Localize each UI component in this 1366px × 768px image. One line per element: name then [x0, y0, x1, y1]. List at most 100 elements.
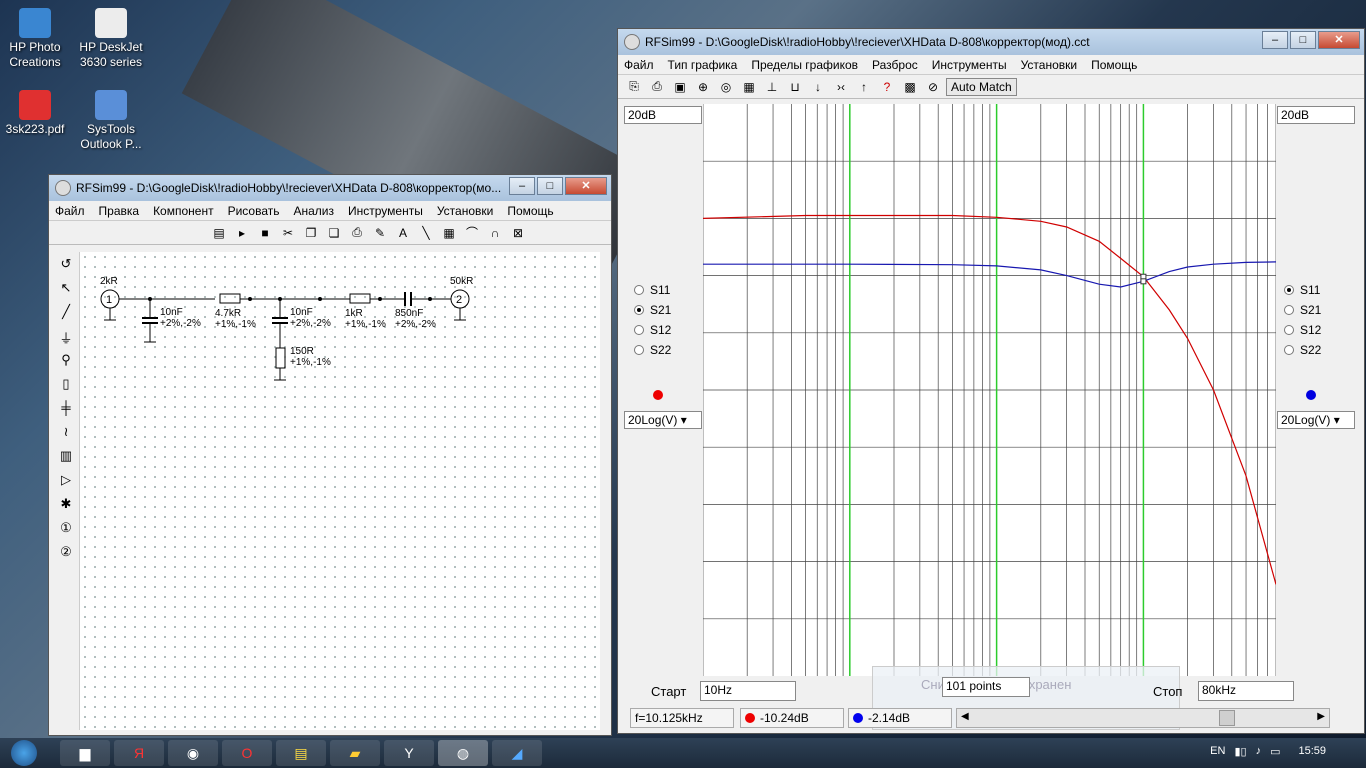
schematic-canvas[interactable]: 1 2 2kR 50kR 10nF +2%,-2% 4.7kR +1%,-1% … [80, 252, 600, 730]
capacitor-icon[interactable]: ╪ [56, 400, 76, 420]
menu-item[interactable]: Помощь [1091, 58, 1137, 72]
right-mode-select[interactable]: 20Log(V) ▾ [1277, 411, 1355, 429]
calculator-icon[interactable]: ▦ [439, 223, 459, 243]
start-input[interactable]: 10Hz [700, 681, 796, 701]
menu-item[interactable]: Пределы графиков [751, 58, 858, 72]
paste-icon[interactable]: ❏ [324, 223, 344, 243]
frequency-scrollbar[interactable]: ◀ ▶ [956, 708, 1330, 728]
graph-icon[interactable]: ▣ [670, 77, 690, 97]
print-icon[interactable]: ⎙ [647, 77, 667, 97]
play-icon[interactable]: ▸ [232, 223, 252, 243]
right-scale-field[interactable]: 20dB [1277, 106, 1355, 124]
left-mode-select[interactable]: 20Log(V) ▾ [624, 411, 702, 429]
menu-item[interactable]: Анализ [294, 204, 335, 218]
yandex-taskbar-icon[interactable]: Я [114, 740, 164, 766]
copy-icon[interactable]: ❐ [301, 223, 321, 243]
start-button[interactable] [0, 738, 48, 768]
title-bar[interactable]: RFSim99 - D:\GoogleDisk\!radioHobby\!rec… [49, 175, 611, 201]
left-scale-field[interactable]: 20dB [624, 106, 702, 124]
folder-taskbar-icon[interactable]: ▰ [330, 740, 380, 766]
menu-item[interactable]: Инструменты [932, 58, 1007, 72]
chrome-taskbar-icon[interactable]: ◉ [168, 740, 218, 766]
inductor-icon[interactable]: ≀ [56, 424, 76, 444]
ground-icon[interactable]: ⏚ [56, 328, 76, 348]
param-radio-s21[interactable]: S21 [1284, 303, 1321, 317]
new-icon[interactable]: ▤ [209, 223, 229, 243]
plot-area[interactable] [702, 104, 1277, 676]
clock[interactable]: 15:59 [1298, 745, 1326, 758]
param-radio-s22[interactable]: S22 [1284, 343, 1321, 357]
log-scale-icon[interactable]: ⊔ [785, 77, 805, 97]
language-indicator[interactable]: EN [1210, 745, 1225, 758]
title-bar[interactable]: RFSim99 - D:\GoogleDisk\!radioHobby\!rec… [618, 29, 1364, 55]
opera-taskbar-icon[interactable]: O [222, 740, 272, 766]
param-radio-s12[interactable]: S12 [634, 323, 671, 337]
desktop-icon[interactable]: HP Photo Creations [0, 8, 70, 70]
menu-item[interactable]: Инструменты [348, 204, 423, 218]
transformer-icon[interactable]: ▥ [56, 448, 76, 468]
menu-item[interactable]: Помощь [507, 204, 553, 218]
menu-item[interactable]: Установки [437, 204, 493, 218]
save-icon[interactable]: ■ [255, 223, 275, 243]
magnet-icon[interactable]: ∩ [485, 223, 505, 243]
menu-item[interactable]: Файл [55, 204, 85, 218]
table-icon[interactable]: ▦ [739, 77, 759, 97]
menu-item[interactable]: Рисовать [228, 204, 280, 218]
marker-move-icon[interactable]: ›‹ [831, 77, 851, 97]
param-radio-s21[interactable]: S21 [634, 303, 671, 317]
close-button[interactable]: ✕ [1318, 31, 1360, 49]
wire-icon[interactable]: ╱ [56, 304, 76, 324]
menu-item[interactable]: Компонент [153, 204, 214, 218]
scroll-left-icon[interactable]: ◀ [961, 711, 969, 722]
menu-item[interactable]: Установки [1021, 58, 1077, 72]
stop-input[interactable]: 80kHz [1198, 681, 1294, 701]
marker-up-icon[interactable]: ↑ [854, 77, 874, 97]
desktop-icon[interactable]: 3sk223.pdf [0, 90, 70, 137]
match-icon[interactable]: ⊘ [923, 77, 943, 97]
scroll-thumb[interactable] [1219, 710, 1235, 726]
battery-icon[interactable]: ▭ [1270, 745, 1280, 758]
rotate-icon[interactable]: ↺ [56, 256, 76, 276]
zoom-icon[interactable]: ⊠ [508, 223, 528, 243]
brush-icon[interactable]: ✎ [370, 223, 390, 243]
maximize-button[interactable]: □ [537, 177, 563, 195]
network-icon[interactable]: ▮▯ [1234, 745, 1246, 758]
print-icon[interactable]: ⎙ [347, 223, 367, 243]
rfsim-taskbar-icon[interactable]: ◍ [438, 740, 488, 766]
scroll-right-icon[interactable]: ▶ [1317, 711, 1325, 722]
explorer-taskbar-icon[interactable]: ▆ [60, 740, 110, 766]
line-icon[interactable]: ╲ [416, 223, 436, 243]
component-icon[interactable]: ⌒ [462, 223, 482, 243]
tune-icon[interactable]: ▩ [900, 77, 920, 97]
param-radio-s12[interactable]: S12 [1284, 323, 1321, 337]
param-radio-s11[interactable]: S11 [1284, 283, 1320, 297]
marker-down-icon[interactable]: ↓ [808, 77, 828, 97]
desktop-icon[interactable]: HP DeskJet 3630 series [76, 8, 146, 70]
text-icon[interactable]: A [393, 223, 413, 243]
param-radio-s11[interactable]: S11 [634, 283, 670, 297]
points-input[interactable]: 101 points [942, 677, 1030, 697]
notes-taskbar-icon[interactable]: ▤ [276, 740, 326, 766]
menu-item[interactable]: Файл [624, 58, 654, 72]
export-icon[interactable]: ⎘ [624, 77, 644, 97]
port1-icon[interactable]: ① [56, 520, 76, 540]
menu-item[interactable]: Правка [99, 204, 140, 218]
close-button[interactable]: ✕ [565, 177, 607, 195]
volume-icon[interactable]: ♪ [1256, 745, 1262, 758]
port2-icon[interactable]: ② [56, 544, 76, 564]
app-taskbar-icon[interactable]: ◢ [492, 740, 542, 766]
polar-icon[interactable]: ◎ [716, 77, 736, 97]
amplifier-icon[interactable]: ▷ [56, 472, 76, 492]
menu-item[interactable]: Разброс [872, 58, 918, 72]
probe-icon[interactable]: ⚲ [56, 352, 76, 372]
resistor-icon[interactable]: ▯ [56, 376, 76, 396]
desktop-icon[interactable]: SysTools Outlook P... [76, 90, 146, 152]
menu-item[interactable]: Тип графика [668, 58, 738, 72]
param-radio-s22[interactable]: S22 [634, 343, 671, 357]
help-icon[interactable]: ? [877, 77, 897, 97]
pointer-icon[interactable]: ↖ [56, 280, 76, 300]
maximize-button[interactable]: □ [1290, 31, 1316, 49]
transistor-icon[interactable]: ✱ [56, 496, 76, 516]
yandex-browser-taskbar-icon[interactable]: Y [384, 740, 434, 766]
auto-match-button[interactable]: Auto Match [946, 77, 1017, 96]
